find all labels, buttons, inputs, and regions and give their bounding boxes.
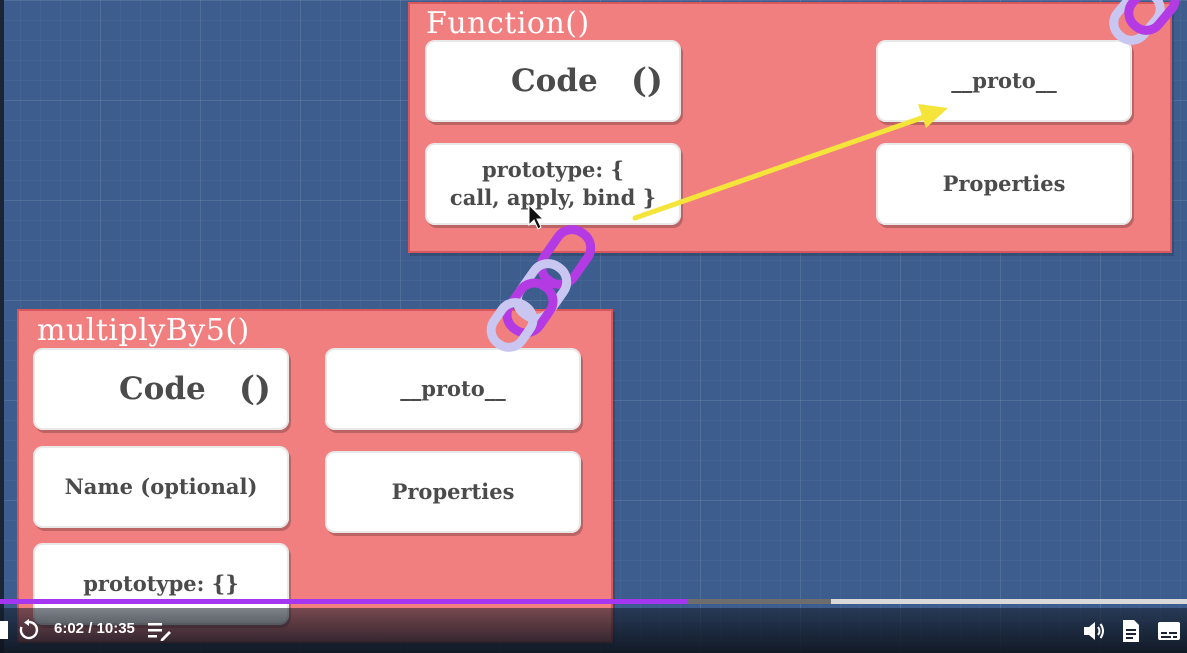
transcript-icon[interactable] bbox=[1121, 619, 1141, 643]
arrow-icon bbox=[632, 104, 948, 221]
player-control-bar bbox=[0, 608, 1187, 653]
progress-remaining-segment bbox=[831, 599, 1187, 604]
cursor-icon bbox=[528, 203, 545, 230]
diagram-overlay bbox=[486, 0, 1180, 352]
play-pause-icon[interactable] bbox=[0, 621, 8, 639]
rewind-5-icon[interactable] bbox=[18, 619, 40, 641]
volume-icon[interactable] bbox=[1082, 620, 1106, 642]
chain-link-icon bbox=[486, 225, 596, 352]
time-display: 6:02 / 10:35 bbox=[54, 620, 135, 637]
chain-link-icon bbox=[1109, 0, 1180, 45]
captions-icon[interactable] bbox=[1157, 621, 1181, 641]
notes-icon[interactable] bbox=[148, 621, 172, 641]
progress-played bbox=[0, 599, 688, 604]
video-frame[interactable]: Function() Code () prototype: { call, ap… bbox=[0, 0, 1187, 653]
progress-bar[interactable] bbox=[0, 599, 1187, 604]
